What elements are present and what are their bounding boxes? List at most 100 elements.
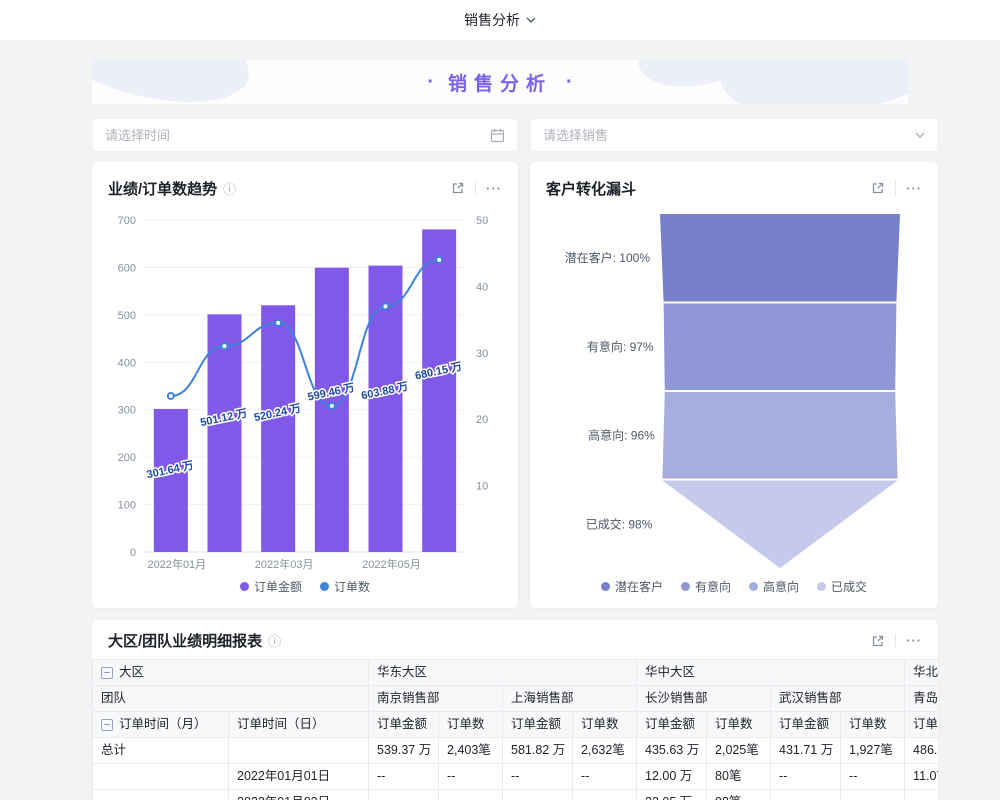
funnel-card: 客户转化漏斗 ··· 潜在客户: 100%有意向: 97%高意向: 96%已成交… [530,162,938,608]
line-point[interactable] [436,257,442,263]
month-cell [93,790,229,800]
y-axis-tick-label: 100 [118,500,136,512]
table-row: 2022年01月02日--------23.05 万98笔---- [93,790,939,800]
line-point[interactable] [275,320,281,326]
funnel-segment[interactable] [660,214,900,302]
collapse-icon[interactable]: − [101,667,113,679]
export-icon [451,181,465,195]
secondary-axis-tick-label: 20 [476,414,488,426]
page-switcher[interactable]: 销售分析 [464,10,536,30]
divider [895,181,896,195]
bar[interactable] [261,305,295,552]
divider [895,634,896,648]
time-filter-input[interactable] [105,128,490,143]
line-point[interactable] [383,303,389,309]
measure-header: 订单金额 [369,712,439,738]
table-row: 2022年01月01日--------12.00 万80笔----11.07 万 [93,764,939,790]
bar[interactable] [154,409,188,552]
funnel-segment[interactable] [662,392,897,479]
sales-filter-input[interactable] [543,128,915,143]
line-point[interactable] [222,343,228,349]
more-menu-icon[interactable]: ··· [486,181,502,196]
chevron-down-icon [915,132,925,138]
day-cell: 2022年01月01日 [229,764,369,790]
line-point[interactable] [329,403,335,409]
legend-label: 已成交 [831,578,867,595]
value-cell: 2,025笔 [707,738,771,764]
value-cell: -- [771,764,841,790]
table-scroll-area[interactable]: −大区华东大区华中大区华北大区团队南京销售部上海销售部长沙销售部武汉销售部青岛销… [92,659,938,800]
time-filter[interactable] [92,118,518,152]
value-cell: -- [369,790,439,800]
table-row: 总计539.37 万2,403笔581.82 万2,632笔435.63 万2,… [93,738,939,764]
report-table-card: 大区/团队业绩明细报表 ⓘ ··· −大区华东大区华中大区华北大区团队南京销售部… [92,620,938,800]
banner-decoration [92,60,260,104]
line-point[interactable] [168,393,174,399]
value-cell: 1,927笔 [841,738,905,764]
banner: · 销售分析 · [92,60,908,104]
more-menu-icon[interactable]: ··· [906,181,922,196]
value-cell: -- [439,764,503,790]
trend-card-header: 业绩/订单数趋势 ⓘ ··· [108,174,502,202]
value-cell: -- [503,790,573,800]
measure-header: 订单金额 [905,712,938,738]
team-header: 长沙销售部 [637,686,771,712]
value-cell: -- [573,790,637,800]
secondary-axis-tick-label: 10 [476,481,488,493]
chart-row: 业绩/订单数趋势 ⓘ ··· 0100200300400500600700102… [92,162,938,608]
region-header: 华东大区 [369,660,637,686]
filter-bar [92,118,938,152]
topbar: 销售分析 [0,0,1000,40]
y-axis-tick-label: 600 [118,262,136,274]
export-button[interactable] [871,634,885,648]
team-header: 青岛销售部 [905,686,938,712]
funnel-segment[interactable] [664,304,897,391]
y-axis-tick-label: 700 [118,215,136,227]
month-cell [93,764,229,790]
secondary-axis-tick-label: 50 [476,215,488,227]
measure-header: 订单金额 [503,712,573,738]
legend-dot-icon [749,582,758,591]
funnel-segment[interactable] [662,481,897,569]
value-cell: 11.07 万 [905,764,938,790]
bar[interactable] [422,229,456,552]
info-icon[interactable]: ⓘ [268,631,281,650]
legend-item[interactable]: 订单金额 [240,578,302,595]
measure-header: 订单数 [573,712,637,738]
trend-card: 业绩/订单数趋势 ⓘ ··· 0100200300400500600700102… [92,162,518,608]
export-button[interactable] [451,181,465,195]
value-cell: -- [841,764,905,790]
day-cell [229,738,369,764]
legend-item[interactable]: 已成交 [817,578,867,595]
banner-title: · 销售分析 · [427,69,572,96]
table-card-title: 大区/团队业绩明细报表 [108,630,262,651]
value-cell: -- [573,764,637,790]
funnel-chart: 潜在客户: 100%有意向: 97%高意向: 96%已成交: 98% [546,206,922,576]
value-cell: -- [771,790,841,800]
value-cell: 2,403笔 [439,738,503,764]
funnel-stage-label: 高意向: 96% [588,427,655,442]
table-row: −订单时间（月）订单时间（日）订单金额订单数订单金额订单数订单金额订单数订单金额… [93,712,939,738]
team-header: 武汉销售部 [771,686,905,712]
legend-item[interactable]: 有意向 [681,578,731,595]
export-button[interactable] [871,181,885,195]
sales-filter[interactable] [530,118,938,152]
legend-item[interactable]: 潜在客户 [601,578,663,595]
measure-header: 订单数 [439,712,503,738]
y-axis-tick-label: 400 [118,357,136,369]
legend-item[interactable]: 高意向 [749,578,799,595]
funnel-stage-label: 已成交: 98% [586,516,653,531]
legend-item[interactable]: 订单数 [320,578,370,595]
chevron-down-icon [526,17,536,23]
secondary-axis-tick-label: 30 [476,348,488,360]
value-cell [905,790,938,800]
more-menu-icon[interactable]: ··· [906,633,922,648]
info-icon[interactable]: ⓘ [223,179,236,198]
legend-label: 有意向 [695,578,731,595]
dashboard-content: · 销售分析 · 业绩/订单数趋势 ⓘ ··· [92,60,938,800]
calendar-icon [490,128,505,143]
dashboard-title: 销售分析 [448,69,552,96]
value-cell: -- [369,764,439,790]
funnel-card-header: 客户转化漏斗 ··· [546,174,922,202]
collapse-icon[interactable]: − [101,719,113,731]
